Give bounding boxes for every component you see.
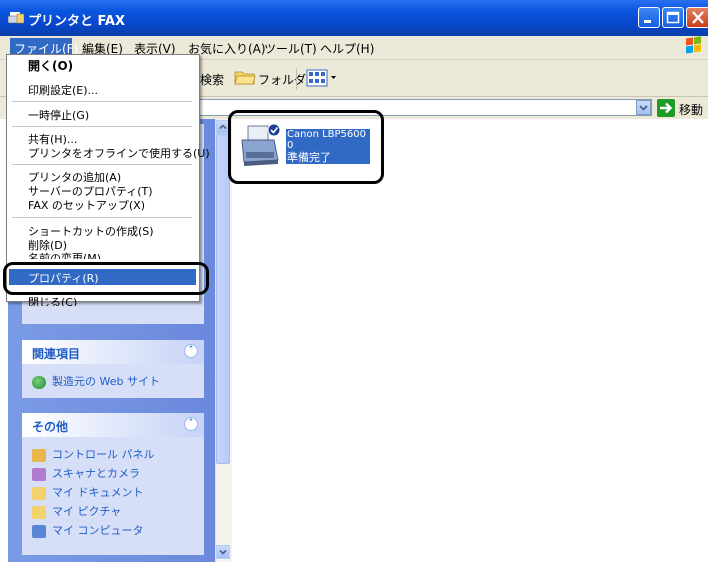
folders-button[interactable]: フォルダ [258, 71, 306, 88]
control-panel-label: コントロール パネル [52, 448, 155, 461]
windows-logo-icon [686, 36, 701, 54]
window-title: プリンタと FAX [28, 14, 125, 29]
printer-callout-ring [228, 110, 384, 184]
my-pictures-label: マイ ピクチャ [52, 505, 122, 518]
printer-list-area[interactable] [232, 119, 708, 562]
go-label[interactable]: 移動 [679, 101, 703, 118]
other-panel-title: その他 [32, 420, 69, 434]
my-computer-label: マイ コンピュータ [52, 524, 144, 537]
scroll-down-button[interactable] [216, 545, 230, 559]
folders-icon [234, 71, 256, 85]
chevron-down-icon [219, 549, 227, 555]
scanners-cameras-label: スキャナとカメラ [52, 467, 140, 480]
views-icon[interactable] [306, 68, 338, 88]
menu-separator [12, 164, 192, 165]
maximize-button[interactable] [662, 7, 684, 28]
maximize-icon [666, 11, 680, 24]
printers-and-fax-window: プリンタと FAX ファイル(F) 編集(E) 表示(V) お気に入り(A) ツ… [0, 0, 708, 562]
collapse-chevron-icon[interactable]: ˆ [184, 344, 198, 358]
minimize-button[interactable] [638, 7, 660, 28]
properties-callout-ring [3, 262, 209, 295]
menu-separator [12, 101, 192, 102]
pictures-folder-icon [32, 505, 46, 519]
manufacturer-website-link[interactable]: 製造元の Web サイト [32, 373, 160, 389]
globe-icon [32, 375, 46, 389]
related-panel-title: 関連項目 [32, 347, 81, 361]
menu-item-close[interactable]: 閉じる(C) [28, 294, 77, 306]
other-places-panel: その他 ˆ コントロール パネル スキャナとカメラ マイ ドキュメント マイ ピ… [22, 413, 204, 555]
search-button[interactable]: 検索 [200, 71, 224, 88]
menu-separator [12, 126, 192, 127]
close-icon [692, 11, 704, 24]
menu-item-pause[interactable]: 一時停止(G) [28, 107, 89, 123]
menu-item-print-settings[interactable]: 印刷設定(E)... [28, 82, 98, 98]
control-panel-icon [32, 448, 46, 462]
menu-separator [12, 217, 192, 218]
collapse-chevron-icon[interactable]: ˆ [184, 417, 198, 431]
menu-item-rename[interactable]: 名前の変更(M) [28, 250, 101, 259]
printer-folder-icon [8, 12, 24, 24]
toolbar-separator [296, 68, 297, 90]
my-documents-link[interactable]: マイ ドキュメント [32, 484, 144, 500]
camera-icon [32, 467, 46, 481]
related-panel-header[interactable]: 関連項目 ˆ [22, 340, 204, 364]
manufacturer-website-label: 製造元の Web サイト [52, 375, 160, 388]
folder-icon [32, 486, 46, 500]
menu-item-fax-setup[interactable]: FAX のセットアップ(X) [28, 197, 145, 213]
menu-item-open[interactable]: 開く(O) [28, 57, 73, 74]
other-panel-header[interactable]: その他 ˆ [22, 413, 204, 437]
my-pictures-link[interactable]: マイ ピクチャ [32, 503, 121, 519]
menu-item-use-offline[interactable]: プリンタをオフラインで使用する(U) [28, 145, 210, 161]
my-documents-label: マイ ドキュメント [52, 486, 144, 499]
related-panel: 関連項目 ˆ 製造元の Web サイト [22, 340, 204, 398]
close-button[interactable] [686, 7, 708, 28]
menu-help[interactable]: ヘルプ(H) [320, 40, 374, 57]
menu-tools[interactable]: ツール(T) [264, 40, 317, 57]
address-dropdown-button[interactable] [636, 100, 651, 115]
my-computer-link[interactable]: マイ コンピュータ [32, 522, 144, 538]
minimize-icon [644, 20, 651, 23]
scanners-cameras-link[interactable]: スキャナとカメラ [32, 465, 140, 481]
computer-icon [32, 524, 46, 538]
arrow-right-icon [660, 102, 673, 114]
control-panel-link[interactable]: コントロール パネル [32, 446, 155, 462]
chevron-down-icon [639, 105, 648, 111]
scroll-thumb[interactable] [216, 134, 230, 464]
go-button[interactable] [657, 99, 675, 117]
